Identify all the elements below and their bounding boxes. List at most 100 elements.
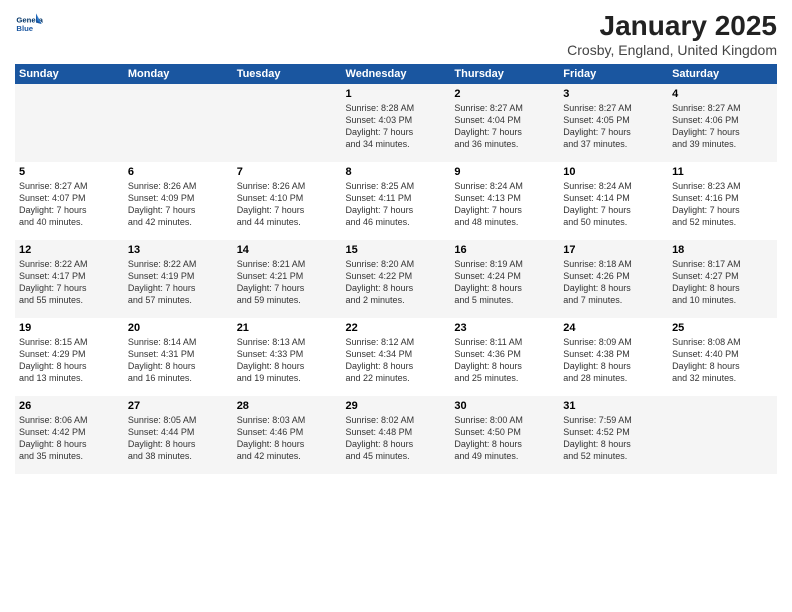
- cell-content: Sunrise: 8:27 AM Sunset: 4:07 PM Dayligh…: [19, 180, 120, 229]
- day-number: 26: [19, 400, 120, 412]
- table-cell: 28 Sunrise: 8:03 AM Sunset: 4:46 PM Dayli…: [233, 396, 342, 474]
- table-cell: 26 Sunrise: 8:06 AM Sunset: 4:42 PM Dayli…: [15, 396, 124, 474]
- table-cell: 25 Sunrise: 8:08 AM Sunset: 4:40 PM Dayli…: [668, 318, 777, 396]
- cell-content: Sunrise: 8:17 AM Sunset: 4:27 PM Dayligh…: [672, 258, 773, 307]
- month-title: January 2025: [567, 10, 777, 42]
- header-row: Sunday Monday Tuesday Wednesday Thursday…: [15, 64, 777, 84]
- cell-content: Sunrise: 8:02 AM Sunset: 4:48 PM Dayligh…: [346, 414, 447, 463]
- day-number: 13: [128, 244, 229, 256]
- table-cell: 5 Sunrise: 8:27 AM Sunset: 4:07 PM Daylig…: [15, 162, 124, 240]
- day-number: 14: [237, 244, 338, 256]
- cell-content: Sunrise: 8:05 AM Sunset: 4:44 PM Dayligh…: [128, 414, 229, 463]
- title-block: January 2025 Crosby, England, United Kin…: [567, 10, 777, 58]
- cell-content: Sunrise: 8:11 AM Sunset: 4:36 PM Dayligh…: [454, 336, 555, 385]
- cell-content: Sunrise: 8:25 AM Sunset: 4:11 PM Dayligh…: [346, 180, 447, 229]
- day-number: 6: [128, 166, 229, 178]
- table-row: 5 Sunrise: 8:27 AM Sunset: 4:07 PM Daylig…: [15, 162, 777, 240]
- day-number: 31: [563, 400, 664, 412]
- day-number: 5: [19, 166, 120, 178]
- table-cell: 20 Sunrise: 8:14 AM Sunset: 4:31 PM Dayli…: [124, 318, 233, 396]
- cell-content: Sunrise: 8:00 AM Sunset: 4:50 PM Dayligh…: [454, 414, 555, 463]
- logo: General Blue: [15, 10, 43, 38]
- cell-content: Sunrise: 8:22 AM Sunset: 4:17 PM Dayligh…: [19, 258, 120, 307]
- day-number: 22: [346, 322, 447, 334]
- table-cell: 14 Sunrise: 8:21 AM Sunset: 4:21 PM Dayli…: [233, 240, 342, 318]
- table-cell: 2 Sunrise: 8:27 AM Sunset: 4:04 PM Daylig…: [450, 84, 559, 162]
- day-number: 30: [454, 400, 555, 412]
- day-number: 20: [128, 322, 229, 334]
- day-number: 11: [672, 166, 773, 178]
- table-cell: 18 Sunrise: 8:17 AM Sunset: 4:27 PM Dayli…: [668, 240, 777, 318]
- svg-text:Blue: Blue: [16, 24, 33, 33]
- day-number: 24: [563, 322, 664, 334]
- cell-content: Sunrise: 8:24 AM Sunset: 4:14 PM Dayligh…: [563, 180, 664, 229]
- table-cell: 9Sunrise: 8:24 AM Sunset: 4:13 PM Daylig…: [450, 162, 559, 240]
- table-cell: 4 Sunrise: 8:27 AM Sunset: 4:06 PM Daylig…: [668, 84, 777, 162]
- day-number: 8: [346, 166, 447, 178]
- location-title: Crosby, England, United Kingdom: [567, 42, 777, 58]
- table-cell: 8 Sunrise: 8:25 AM Sunset: 4:11 PM Daylig…: [342, 162, 451, 240]
- table-cell: 24 Sunrise: 8:09 AM Sunset: 4:38 PM Dayli…: [559, 318, 668, 396]
- cell-content: Sunrise: 8:27 AM Sunset: 4:06 PM Dayligh…: [672, 102, 773, 151]
- cell-content: Sunrise: 8:03 AM Sunset: 4:46 PM Dayligh…: [237, 414, 338, 463]
- table-cell: 7 Sunrise: 8:26 AM Sunset: 4:10 PM Daylig…: [233, 162, 342, 240]
- col-thursday: Thursday: [450, 64, 559, 84]
- day-number: 27: [128, 400, 229, 412]
- table-cell: 19 Sunrise: 8:15 AM Sunset: 4:29 PM Dayli…: [15, 318, 124, 396]
- cell-content: Sunrise: 8:23 AM Sunset: 4:16 PM Dayligh…: [672, 180, 773, 229]
- cell-content: Sunrise: 8:14 AM Sunset: 4:31 PM Dayligh…: [128, 336, 229, 385]
- day-number: 21: [237, 322, 338, 334]
- cell-content: Sunrise: 8:27 AM Sunset: 4:05 PM Dayligh…: [563, 102, 664, 151]
- table-row: 1 Sunrise: 8:28 AM Sunset: 4:03 PM Daylig…: [15, 84, 777, 162]
- cell-content: Sunrise: 8:21 AM Sunset: 4:21 PM Dayligh…: [237, 258, 338, 307]
- cell-content: Sunrise: 8:13 AM Sunset: 4:33 PM Dayligh…: [237, 336, 338, 385]
- cell-content: Sunrise: 8:08 AM Sunset: 4:40 PM Dayligh…: [672, 336, 773, 385]
- table-cell: 29Sunrise: 8:02 AM Sunset: 4:48 PM Dayli…: [342, 396, 451, 474]
- cell-content: Sunrise: 8:22 AM Sunset: 4:19 PM Dayligh…: [128, 258, 229, 307]
- cell-content: Sunrise: 8:15 AM Sunset: 4:29 PM Dayligh…: [19, 336, 120, 385]
- table-cell: 27 Sunrise: 8:05 AM Sunset: 4:44 PM Dayli…: [124, 396, 233, 474]
- logo-icon: General Blue: [15, 10, 43, 38]
- table-cell: 12 Sunrise: 8:22 AM Sunset: 4:17 PM Dayli…: [15, 240, 124, 318]
- table-cell: [668, 396, 777, 474]
- col-monday: Monday: [124, 64, 233, 84]
- table-cell: 3 Sunrise: 8:27 AM Sunset: 4:05 PM Daylig…: [559, 84, 668, 162]
- table-cell: 31 Sunrise: 7:59 AM Sunset: 4:52 PM Dayli…: [559, 396, 668, 474]
- day-number: 12: [19, 244, 120, 256]
- day-number: 7: [237, 166, 338, 178]
- day-number: 4: [672, 88, 773, 100]
- day-number: 25: [672, 322, 773, 334]
- table-cell: 30 Sunrise: 8:00 AM Sunset: 4:50 PM Dayli…: [450, 396, 559, 474]
- table-cell: 1 Sunrise: 8:28 AM Sunset: 4:03 PM Daylig…: [342, 84, 451, 162]
- cell-content: Sunrise: 8:09 AM Sunset: 4:38 PM Dayligh…: [563, 336, 664, 385]
- table-cell: [15, 84, 124, 162]
- col-friday: Friday: [559, 64, 668, 84]
- day-number: 1: [346, 88, 447, 100]
- day-number: 19: [19, 322, 120, 334]
- table-cell: 15Sunrise: 8:20 AM Sunset: 4:22 PM Dayli…: [342, 240, 451, 318]
- cell-content: Sunrise: 7:59 AM Sunset: 4:52 PM Dayligh…: [563, 414, 664, 463]
- table-cell: 22 Sunrise: 8:12 AM Sunset: 4:34 PM Dayli…: [342, 318, 451, 396]
- table-cell: 16Sunrise: 8:19 AM Sunset: 4:24 PM Dayli…: [450, 240, 559, 318]
- table-cell: 10Sunrise: 8:24 AM Sunset: 4:14 PM Dayli…: [559, 162, 668, 240]
- cell-content: Sunrise: 8:06 AM Sunset: 4:42 PM Dayligh…: [19, 414, 120, 463]
- day-number: 9: [454, 166, 555, 178]
- cell-content: Sunrise: 8:27 AM Sunset: 4:04 PM Dayligh…: [454, 102, 555, 151]
- cell-content: Sunrise: 8:28 AM Sunset: 4:03 PM Dayligh…: [346, 102, 447, 151]
- table-cell: [233, 84, 342, 162]
- cell-content: Sunrise: 8:26 AM Sunset: 4:10 PM Dayligh…: [237, 180, 338, 229]
- table-cell: 17Sunrise: 8:18 AM Sunset: 4:26 PM Dayli…: [559, 240, 668, 318]
- table-cell: 23 Sunrise: 8:11 AM Sunset: 4:36 PM Dayli…: [450, 318, 559, 396]
- day-number: 3: [563, 88, 664, 100]
- day-number: 18: [672, 244, 773, 256]
- cell-content: Sunrise: 8:12 AM Sunset: 4:34 PM Dayligh…: [346, 336, 447, 385]
- day-number: 28: [237, 400, 338, 412]
- cell-content: Sunrise: 8:20 AM Sunset: 4:22 PM Dayligh…: [346, 258, 447, 307]
- table-cell: 13 Sunrise: 8:22 AM Sunset: 4:19 PM Dayli…: [124, 240, 233, 318]
- table-cell: 6Sunrise: 8:26 AM Sunset: 4:09 PM Daylig…: [124, 162, 233, 240]
- day-number: 2: [454, 88, 555, 100]
- col-sunday: Sunday: [15, 64, 124, 84]
- day-number: 17: [563, 244, 664, 256]
- table-row: 12 Sunrise: 8:22 AM Sunset: 4:17 PM Dayli…: [15, 240, 777, 318]
- day-number: 23: [454, 322, 555, 334]
